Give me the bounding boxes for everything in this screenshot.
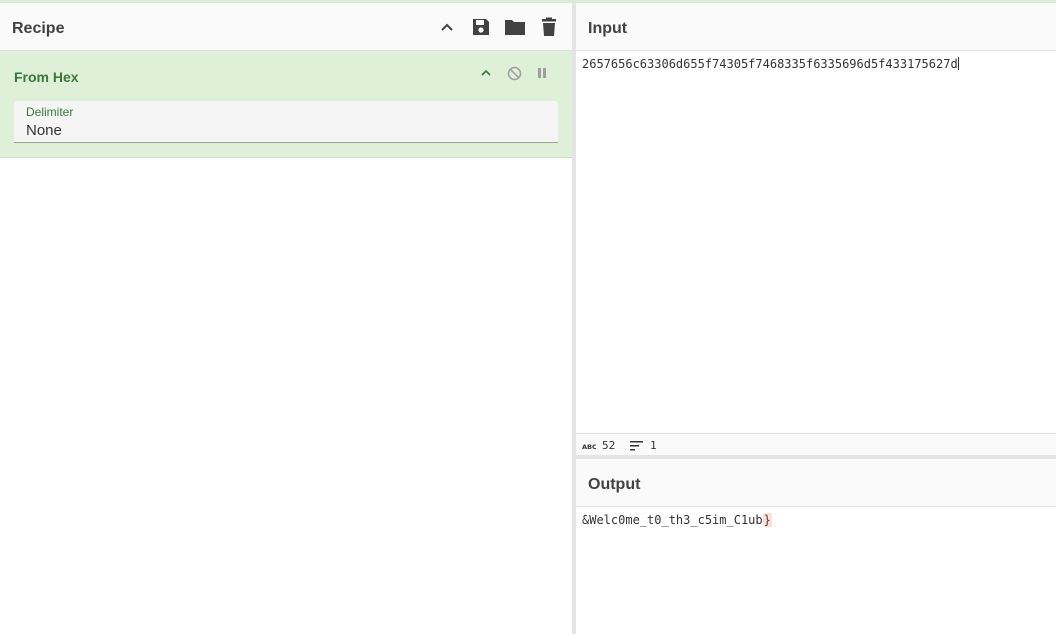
disable-icon — [507, 66, 521, 80]
input-title: Input — [588, 20, 628, 37]
output-header: Output — [576, 459, 1056, 507]
lines-icon — [630, 440, 643, 450]
recipe-title: Recipe — [12, 20, 65, 37]
output-textarea[interactable]: &Welc0me_t0_th3_c5im_C1ub} — [582, 513, 772, 527]
abc-icon: ABC — [582, 443, 596, 450]
lines-stat: 1 — [630, 439, 657, 452]
pause-operation-button[interactable] — [534, 65, 550, 81]
operation-from-hex[interactable]: From Hex Delimiter None — [0, 51, 572, 158]
folder-icon — [505, 20, 525, 35]
collapse-all-button[interactable] — [436, 16, 458, 38]
delimiter-value[interactable]: None — [26, 122, 62, 139]
chevron-up-icon — [441, 23, 453, 31]
disable-operation-button[interactable] — [506, 65, 522, 81]
output-text-end: } — [762, 513, 772, 527]
pause-icon — [538, 68, 546, 78]
chevron-up-icon — [481, 69, 491, 76]
input-length: 52 — [602, 439, 616, 452]
svg-text:ABC: ABC — [582, 443, 596, 450]
save-icon — [473, 19, 489, 35]
length-stat: ABC 52 — [582, 439, 615, 452]
save-recipe-button[interactable] — [470, 16, 492, 38]
recipe-controls — [436, 15, 560, 39]
delimiter-field[interactable]: Delimiter None — [14, 101, 558, 143]
output-text: &Welc0me_t0_th3_c5im_C1ub — [582, 513, 763, 527]
vertical-splitter[interactable] — [572, 3, 576, 634]
operation-title: From Hex — [14, 69, 79, 85]
input-status-bar: ABC 52 1 — [576, 433, 1056, 455]
clear-recipe-button[interactable] — [538, 16, 560, 38]
recipe-header: Recipe — [0, 3, 572, 51]
output-title: Output — [588, 476, 641, 493]
minimise-operation-button[interactable] — [478, 65, 494, 81]
input-text: 2657656c63306d655f74305f7468335f6335696d… — [582, 57, 958, 71]
trash-icon — [542, 17, 556, 36]
operation-controls — [478, 65, 550, 81]
input-textarea[interactable]: 2657656c63306d655f74305f7468335f6335696d… — [582, 57, 959, 71]
text-caret — [957, 57, 959, 70]
input-header: Input — [576, 3, 1056, 51]
load-recipe-button[interactable] — [504, 16, 526, 38]
recipe-panel: Recipe From Hex Delimiter None — [0, 3, 572, 634]
delimiter-label: Delimiter — [26, 105, 74, 119]
input-lines: 1 — [650, 439, 657, 452]
